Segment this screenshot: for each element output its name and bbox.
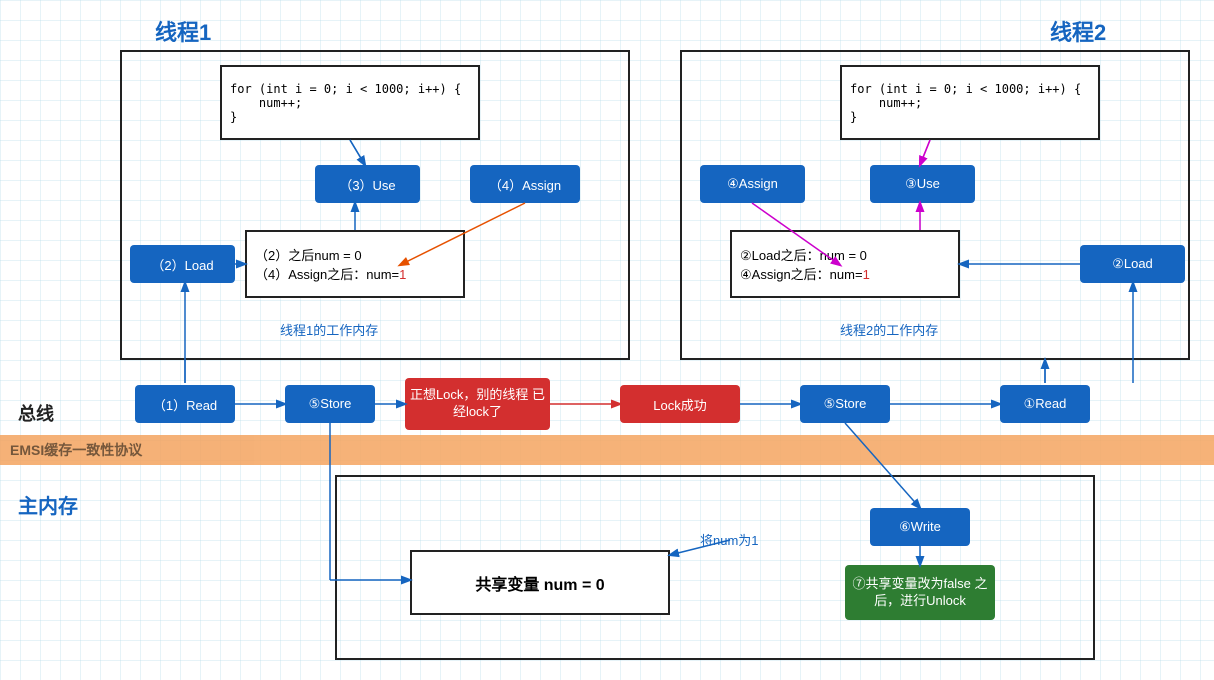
bus-read2-button[interactable]: ①Read: [1000, 385, 1090, 423]
diagram-container: 线程1 线程2 for (int i = 0; i < 1000; i++) {…: [0, 0, 1214, 680]
bus-store2-button[interactable]: ⑤Store: [800, 385, 890, 423]
thread2-assign-button[interactable]: ④Assign: [700, 165, 805, 203]
thread2-code-box: for (int i = 0; i < 1000; i++) { num++; …: [840, 65, 1100, 140]
main-memory-label: 主内存: [18, 490, 78, 519]
bus-read1-button[interactable]: （1）Read: [135, 385, 235, 423]
thread1-code-box: for (int i = 0; i < 1000; i++) { num++; …: [220, 65, 480, 140]
thread1-assign-button[interactable]: （4）Assign: [470, 165, 580, 203]
thread2-load-button[interactable]: ②Load: [1080, 245, 1185, 283]
unlock-box: ⑦共享变量改为false 之后，进行Unlock: [845, 565, 995, 620]
thread2-working-mem-label: 线程2的工作内存: [840, 320, 938, 339]
thread1-use-button[interactable]: （3）Use: [315, 165, 420, 203]
thread2-use-button[interactable]: ③Use: [870, 165, 975, 203]
thread1-memory-box: （2）之后num = 0 （4）Assign之后：num=1: [245, 230, 465, 298]
thread1-load-button[interactable]: （2）Load: [130, 245, 235, 283]
write-button[interactable]: ⑥Write: [870, 508, 970, 546]
shared-var-box: 共享变量 num = 0: [410, 550, 670, 615]
bus-store1-button[interactable]: ⑤Store: [285, 385, 375, 423]
emsi-bar: EMSI缓存一致性协议: [0, 435, 1214, 465]
thread1-working-mem-label: 线程1的工作内存: [280, 320, 378, 339]
bus-label: 总线: [18, 400, 54, 426]
thread1-label: 线程1: [155, 15, 211, 47]
thread2-memory-box: ②Load之后：num = 0 ④Assign之后：num=1: [730, 230, 960, 298]
num-label: 将num为1: [700, 530, 759, 549]
lock-success-box: Lock成功: [620, 385, 740, 423]
lock-fail-box: 正想Lock，别的线程 已经lock了: [405, 378, 550, 430]
thread2-label: 线程2: [1050, 15, 1106, 47]
